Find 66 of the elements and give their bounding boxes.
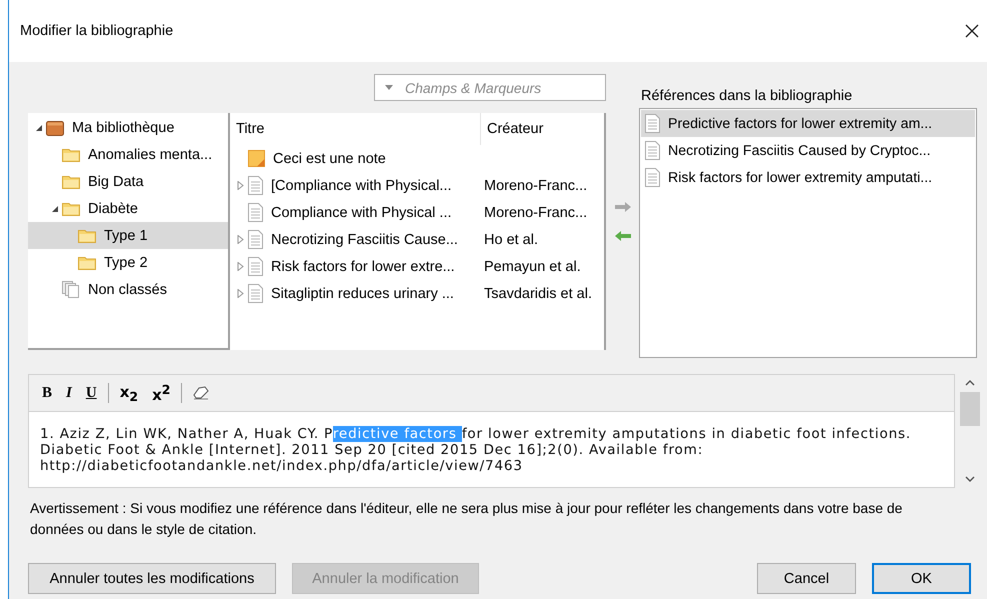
document-icon xyxy=(248,203,263,222)
cancel-button[interactable]: Cancel xyxy=(757,563,856,594)
window-title: Modifier la bibliographie xyxy=(20,23,174,39)
format-button[interactable]: U xyxy=(80,381,102,405)
tree-item[interactable]: Anomalies menta... xyxy=(28,141,228,168)
document-icon xyxy=(645,114,660,133)
dropdown-icon[interactable] xyxy=(385,85,393,91)
warning-text: Avertissement : Si vous modifiez une référence dans l'éditeur, elle ne sera plus mise à jour pour refléter les changements dans votre base de données ou dans le style de citation. xyxy=(30,499,904,539)
item-title[interactable]: Necrotizing Fasciitis Cause... xyxy=(271,232,458,248)
action-button[interactable]: Annuler toutes les modifications xyxy=(28,563,276,594)
references-label: Références dans la bibliographie xyxy=(641,87,854,106)
reference-item[interactable]: Risk factors for lower extremity amputati... xyxy=(641,164,975,191)
scroll-thumb[interactable] xyxy=(960,392,980,426)
item-title[interactable]: Ceci est une note xyxy=(273,150,386,166)
expand-icon[interactable] xyxy=(237,262,245,271)
collapse-icon[interactable] xyxy=(35,124,43,132)
document-icon xyxy=(248,257,263,276)
reference-item[interactable]: Predictive factors for lower extremity am... xyxy=(641,110,975,137)
tree-item[interactable]: Type 2 xyxy=(28,249,228,276)
scroll-down-icon[interactable] xyxy=(965,476,975,482)
tree-item[interactable]: Type 1 xyxy=(28,222,228,249)
document-icon xyxy=(248,176,263,195)
eraser-icon xyxy=(193,386,210,400)
format-button[interactable]: I xyxy=(61,381,77,405)
tree-item[interactable]: Non classés xyxy=(28,276,228,303)
expand-icon[interactable] xyxy=(237,289,245,298)
filter-field[interactable]: Champs & Marqueurs xyxy=(374,74,606,101)
expand-icon[interactable] xyxy=(237,181,245,190)
folder-icon xyxy=(62,201,80,216)
format-button[interactable]: x$^{2}$ xyxy=(147,381,176,405)
format-button[interactable]: x$_{2}$ xyxy=(114,381,144,405)
left-arrow-icon[interactable] xyxy=(614,231,630,241)
column-header[interactable]: Titre xyxy=(230,113,481,145)
reference-item[interactable]: Necrotizing Fasciitis Caused by Cryptoc... xyxy=(641,137,975,164)
document-icon xyxy=(248,284,263,303)
item-title[interactable]: [Compliance with Physical... xyxy=(271,178,452,194)
folder-icon xyxy=(62,147,80,162)
document-icon xyxy=(645,141,660,160)
library-icon xyxy=(46,120,64,136)
collapse-icon[interactable] xyxy=(51,204,59,212)
folder-icon xyxy=(62,174,80,189)
folder-icon xyxy=(78,255,96,270)
scroll-up-icon[interactable] xyxy=(965,380,975,386)
item-creator[interactable]: Moreno-Franc... xyxy=(481,178,588,194)
ok-button[interactable]: OK xyxy=(872,563,971,594)
item-creator[interactable]: Moreno-Franc... xyxy=(481,204,588,220)
document-icon xyxy=(645,168,660,187)
format-button[interactable]: B xyxy=(37,381,58,405)
item-creator[interactable]: Pemayun et al. xyxy=(481,258,581,274)
item-title[interactable]: Risk factors for lower extre... xyxy=(271,258,455,274)
folder-icon xyxy=(78,228,96,243)
expand-icon[interactable] xyxy=(237,235,245,244)
tree-item[interactable]: Big Data xyxy=(28,168,228,195)
item-creator[interactable]: Tsavdaridis et al. xyxy=(481,286,592,302)
tree-item[interactable]: Diabète xyxy=(28,195,228,222)
citation-text[interactable]: 1. Aziz Z, Lin WK, Nather A, Huak CY. Predictive factors for lower extremity amputations in diabetic foot infections. Diabetic Foot & Ankle [Internet]. 2011 Sep 20 [cited 2015 Dec 16];2(0). Available from: http://diabeticfootandankle.net/index.php/dfa/article/view/7463 xyxy=(29,412,954,474)
documents-icon xyxy=(62,281,80,298)
item-title[interactable]: Compliance with Physical ... xyxy=(271,204,452,220)
item-creator[interactable]: Ho et al. xyxy=(481,232,538,248)
item-title[interactable]: Sitagliptin reduces urinary ... xyxy=(271,286,454,302)
note-icon xyxy=(248,150,265,167)
column-header[interactable]: Créateur xyxy=(481,113,604,145)
document-icon xyxy=(248,230,263,249)
close-icon[interactable] xyxy=(965,24,979,38)
right-arrow-icon[interactable] xyxy=(614,202,630,212)
tree-item[interactable]: Ma bibliothèque xyxy=(28,114,228,141)
